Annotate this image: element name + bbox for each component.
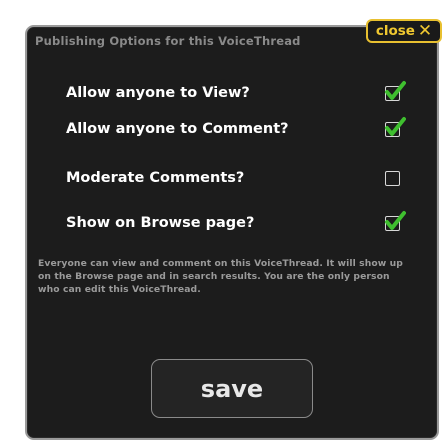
option-allow-view[interactable]: Allow anyone to View? xyxy=(66,80,408,105)
option-label: Allow anyone to View? xyxy=(66,85,250,101)
close-label: close xyxy=(375,23,415,39)
close-button[interactable]: close ✕ xyxy=(366,19,442,43)
close-x-icon: ✕ xyxy=(417,20,433,41)
moderate-comments-checkbox[interactable] xyxy=(385,170,400,186)
option-label: Allow anyone to Comment? xyxy=(66,121,289,137)
option-allow-comment[interactable]: Allow anyone to Comment? xyxy=(66,116,408,141)
green-checkmark-icon xyxy=(385,210,406,230)
save-button[interactable]: save xyxy=(151,359,313,418)
option-show-browse[interactable]: Show on Browse page? xyxy=(66,210,408,235)
option-moderate-comments[interactable]: Moderate Comments? xyxy=(66,166,408,190)
show-browse-checkbox[interactable] xyxy=(385,210,406,231)
green-checkmark-icon xyxy=(385,116,406,136)
dialog-title: Publishing Options for this VoiceThread xyxy=(35,34,301,48)
option-label: Show on Browse page? xyxy=(66,215,255,231)
green-checkmark-icon xyxy=(385,80,406,100)
allow-view-checkbox[interactable] xyxy=(385,80,406,101)
info-text: Everyone can view and comment on this Vo… xyxy=(38,258,403,295)
allow-comment-checkbox[interactable] xyxy=(385,116,406,137)
option-label: Moderate Comments? xyxy=(66,170,245,186)
